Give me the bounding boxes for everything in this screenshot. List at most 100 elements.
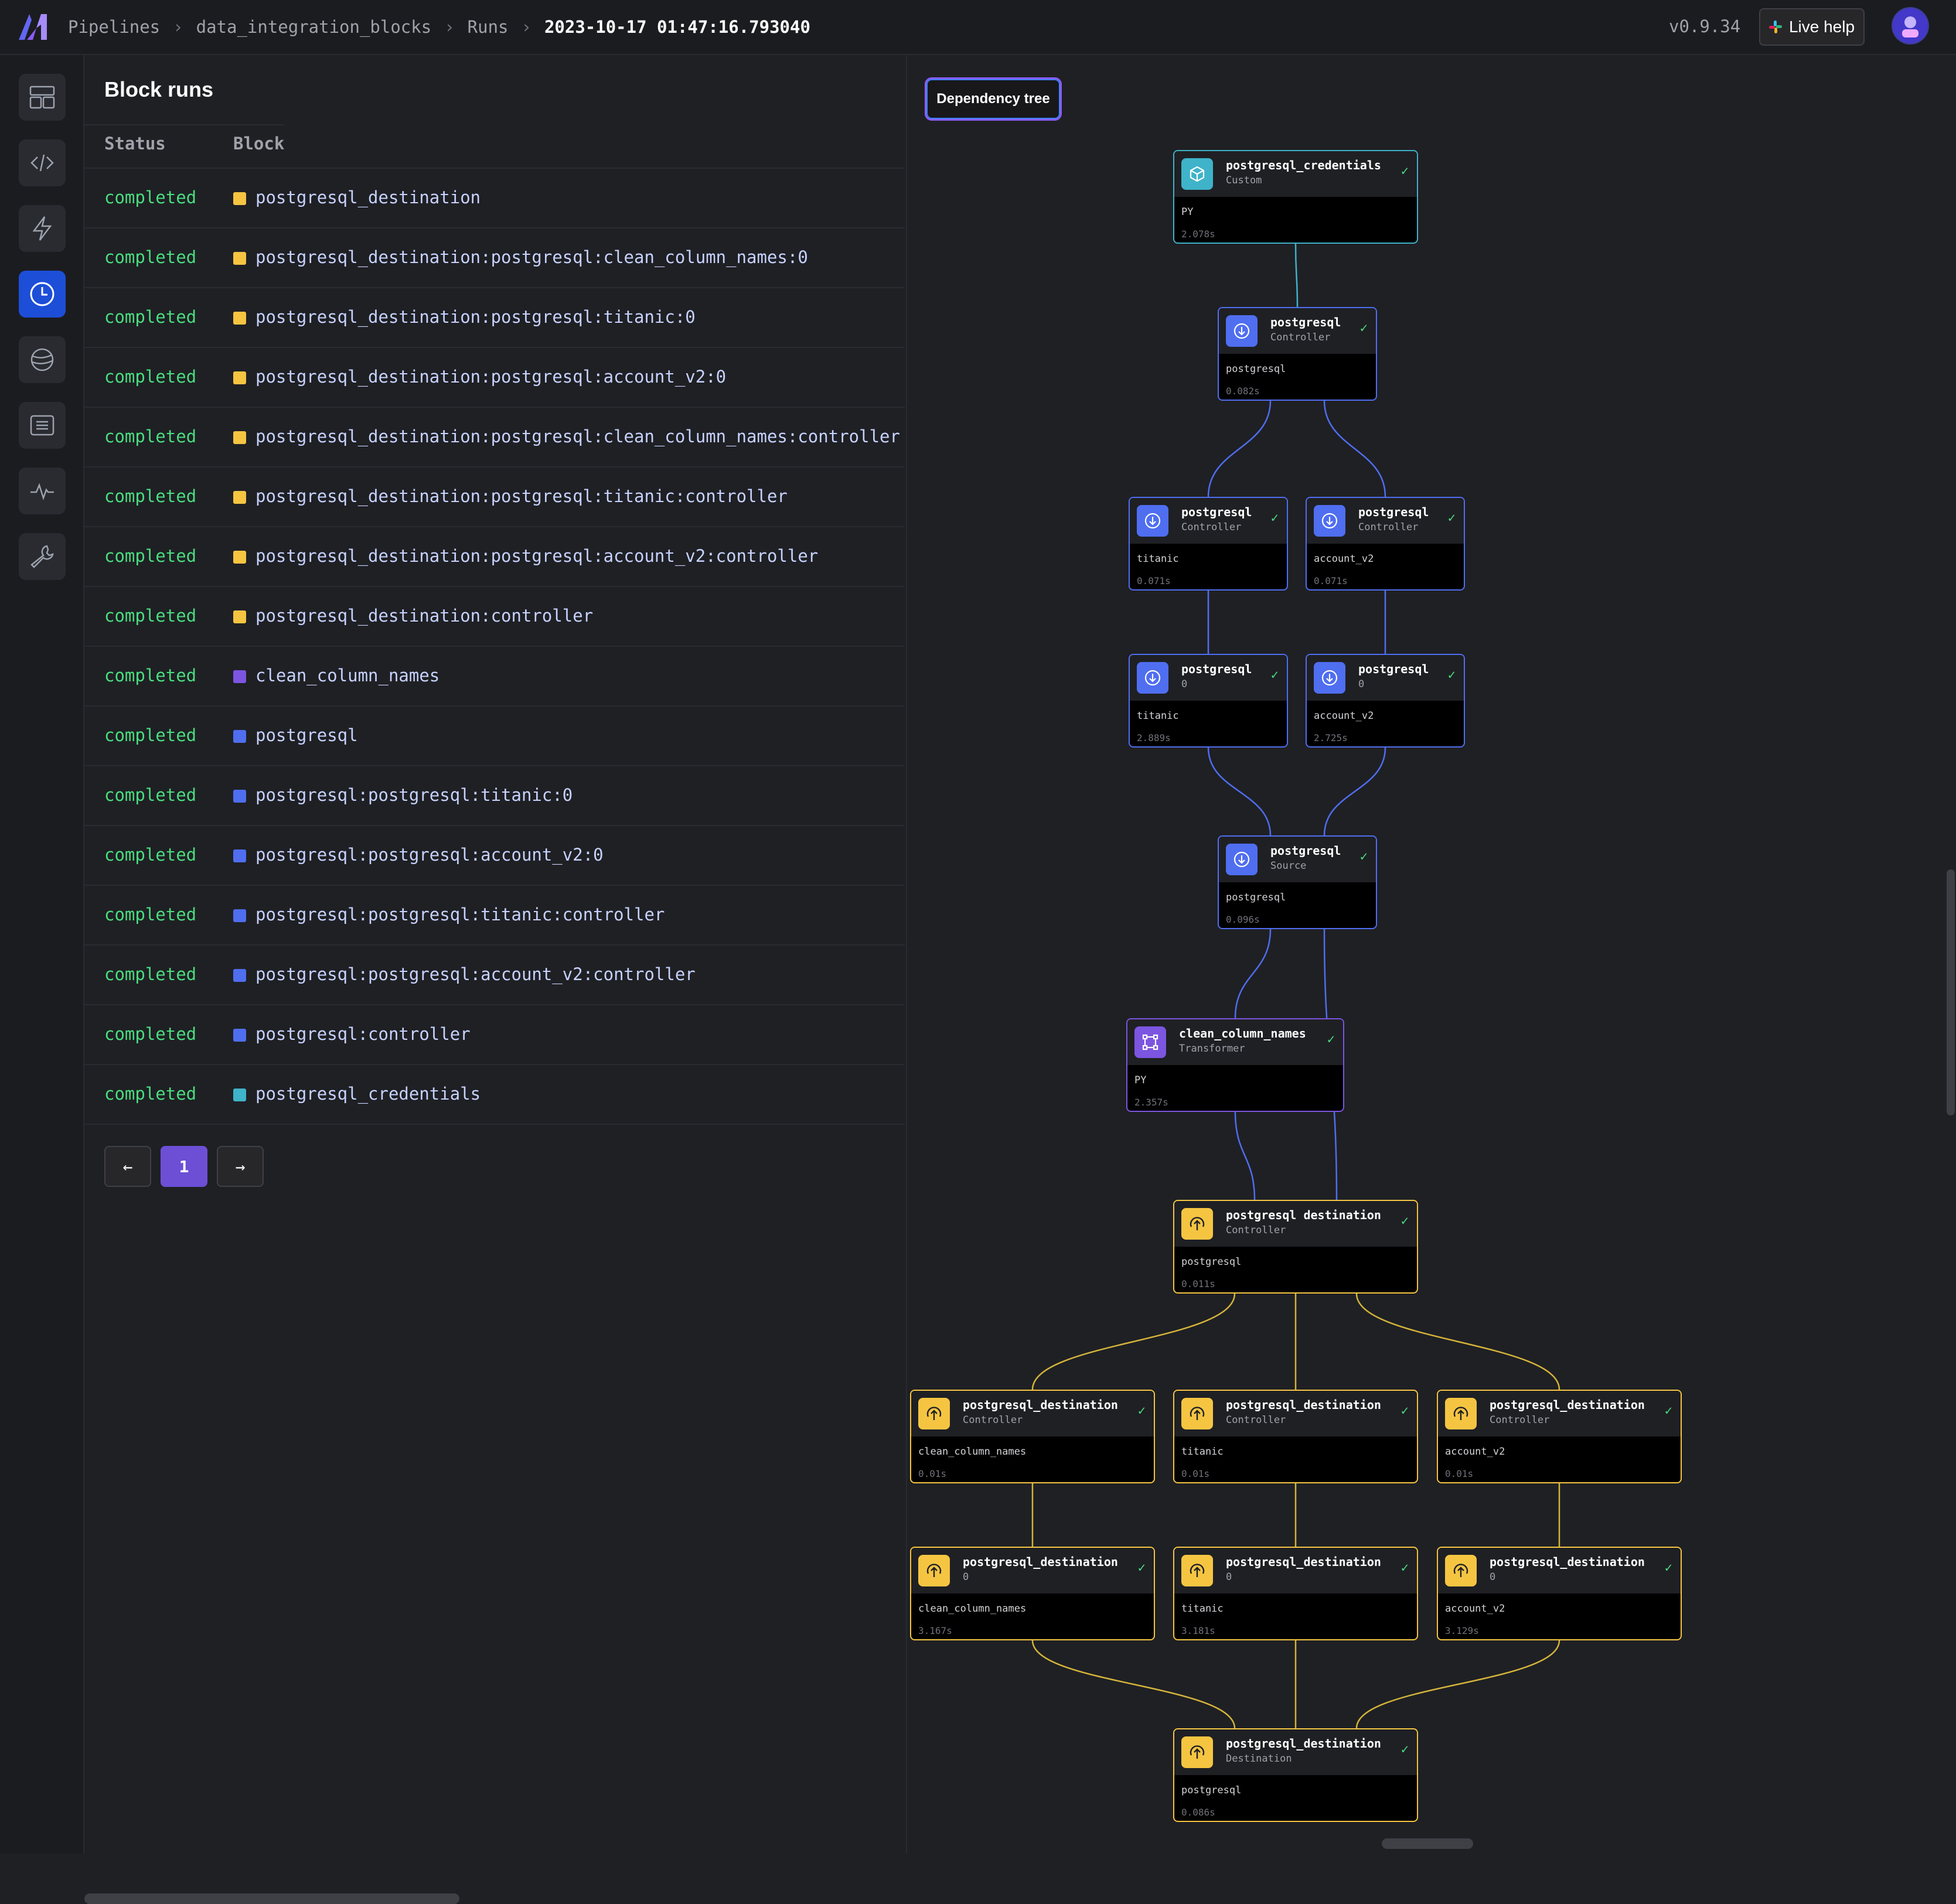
- block-name-link[interactable]: postgresql:postgresql:account_v2:control…: [255, 964, 696, 984]
- tree-node-dst-c-0[interactable]: postgresql_destination 0 ✓ clean_column_nam…: [910, 1547, 1155, 1640]
- block-name-link[interactable]: postgresql_destination:postgresql:titani…: [255, 486, 788, 506]
- table-row[interactable]: completed postgresql:controller: [84, 1004, 905, 1064]
- next-page-button[interactable]: →: [217, 1146, 264, 1187]
- block-name-link[interactable]: postgresql:postgresql:titanic:0: [255, 785, 573, 805]
- node-name: postgresql_destination: [963, 1398, 1118, 1412]
- table-row[interactable]: completed postgresql:postgresql:account_v…: [84, 825, 905, 885]
- table-row[interactable]: completed postgresql_destination:postgres…: [84, 526, 905, 586]
- column-header-status[interactable]: Status: [104, 134, 166, 153]
- nav-backfills-button[interactable]: [19, 336, 66, 383]
- breadcrumb: Pipelines › data_integration_blocks › Ru…: [68, 15, 810, 39]
- block-name-link[interactable]: postgresql_destination:postgresql:clean_…: [255, 426, 900, 446]
- table-row[interactable]: completed postgresql:postgresql:titanic:c…: [84, 885, 905, 944]
- dependency-edge: [1234, 929, 1272, 1019]
- table-row[interactable]: completed postgresql_destination:postgres…: [84, 287, 905, 347]
- dependency-edge: [1294, 243, 1299, 308]
- live-help-button[interactable]: Live help: [1759, 8, 1865, 46]
- tree-node-src-a-ctrl[interactable]: postgresql Controller ✓ account_v2 0.071s: [1306, 497, 1465, 591]
- tree-node-dst-t-ctrl[interactable]: postgresql_destination Controller ✓ titanic…: [1173, 1390, 1418, 1483]
- table-row[interactable]: completed postgresql_destination:controll…: [84, 586, 905, 646]
- user-avatar[interactable]: [1892, 7, 1929, 45]
- block-name-link[interactable]: postgresql:controller: [255, 1024, 471, 1044]
- block-name-link[interactable]: clean_column_names: [255, 666, 439, 685]
- table-row[interactable]: completed postgresql_destination:postgres…: [84, 347, 905, 407]
- node-label: titanic: [1137, 710, 1179, 722]
- node-name: postgresql_destination: [1490, 1555, 1645, 1569]
- block-name-link[interactable]: postgresql_destination:postgresql:accoun…: [255, 546, 818, 566]
- tree-node-dst-ctrl[interactable]: postgresql destination Controller ✓ postgre…: [1173, 1200, 1418, 1294]
- column-header-block[interactable]: Block: [233, 134, 284, 153]
- table-row[interactable]: completed postgresql: [84, 705, 905, 765]
- page-button-1[interactable]: 1: [161, 1146, 207, 1187]
- table-row[interactable]: completed postgresql:postgresql:account_v…: [84, 944, 905, 1004]
- tree-node-src-ctrl[interactable]: postgresql Controller ✓ postgresql 0.082s: [1218, 307, 1377, 401]
- node-duration: 2.725s: [1314, 732, 1348, 743]
- tree-node-tr[interactable]: clean_column_names Transformer ✓ PY 2.357s: [1126, 1018, 1344, 1112]
- dependency-edge: [1234, 1111, 1256, 1200]
- dependency-edge: [1355, 1640, 1560, 1729]
- table-row[interactable]: completed postgresql_destination: [84, 168, 905, 227]
- nav-edit-button[interactable]: [19, 139, 66, 186]
- upload-arc-icon: [1445, 1555, 1477, 1586]
- version-label: v0.9.34: [1669, 16, 1741, 36]
- block-name-link[interactable]: postgresql_credentials: [255, 1084, 481, 1104]
- mage-logo-icon[interactable]: [19, 14, 52, 40]
- tree-node-src-t-0[interactable]: postgresql 0 ✓ titanic 2.889s: [1129, 654, 1288, 748]
- tree-node-dst-c-ctrl[interactable]: postgresql_destination Controller ✓ clean_c…: [910, 1390, 1155, 1483]
- check-icon: ✓: [1400, 1404, 1409, 1418]
- status-text: completed: [104, 666, 197, 685]
- breadcrumb-runs[interactable]: Runs: [468, 17, 509, 37]
- nav-runs-button[interactable]: [19, 271, 66, 318]
- transform-square-icon: [1134, 1026, 1166, 1058]
- block-color-swatch: [233, 431, 246, 444]
- nav-monitor-button[interactable]: [19, 468, 66, 514]
- block-name-link[interactable]: postgresql_destination: [255, 187, 481, 207]
- vertical-scrollbar[interactable]: [1947, 869, 1955, 1115]
- previous-page-button[interactable]: ←: [104, 1146, 151, 1187]
- node-label: titanic: [1181, 1603, 1224, 1615]
- block-name-link[interactable]: postgresql_destination:postgresql:clean_…: [255, 247, 808, 267]
- node-name: postgresql: [1270, 315, 1341, 329]
- status-text: completed: [104, 426, 197, 446]
- tree-node-src-t-ctrl[interactable]: postgresql Controller ✓ titanic 0.071s: [1129, 497, 1288, 591]
- breadcrumb-pipeline[interactable]: data_integration_blocks: [196, 17, 432, 37]
- node-type: Custom: [1226, 175, 1262, 186]
- breadcrumb-pipelines[interactable]: Pipelines: [68, 17, 160, 37]
- status-text: completed: [104, 725, 197, 745]
- tree-node-src-a-0[interactable]: postgresql 0 ✓ account_v2 2.725s: [1306, 654, 1465, 748]
- node-name: clean_column_names: [1179, 1026, 1306, 1040]
- tree-node-src[interactable]: postgresql Source ✓ postgresql 0.096s: [1218, 835, 1377, 929]
- node-duration: 2.889s: [1137, 732, 1171, 743]
- tree-node-dst-a-0[interactable]: postgresql_destination 0 ✓ account_v2 3.129s: [1437, 1547, 1682, 1640]
- block-runs-title: Block runs: [104, 77, 214, 101]
- block-name-link[interactable]: postgresql:postgresql:titanic:controller: [255, 905, 665, 924]
- block-name-link[interactable]: postgresql:postgresql:account_v2:0: [255, 845, 604, 865]
- nav-logs-button[interactable]: [19, 402, 66, 449]
- tree-node-dst[interactable]: postgresql_destination Destination ✓ postgr…: [1173, 1728, 1418, 1822]
- node-name: postgresql: [1270, 844, 1341, 858]
- horizontal-scrollbar[interactable]: [84, 1893, 459, 1904]
- tree-node-cred[interactable]: postgresql_credentials Custom ✓ PY 2.078s: [1173, 150, 1418, 244]
- table-row[interactable]: completed postgresql_destination:postgres…: [84, 407, 905, 466]
- check-icon: ✓: [1270, 511, 1279, 526]
- table-row[interactable]: completed clean_column_names: [84, 646, 905, 705]
- block-name-link[interactable]: postgresql_destination:postgresql:titani…: [255, 307, 696, 327]
- block-name-link[interactable]: postgresql_destination:controller: [255, 606, 593, 626]
- node-duration: 0.01s: [918, 1468, 947, 1479]
- nav-settings-button[interactable]: [19, 533, 66, 580]
- table-row[interactable]: completed postgresql:postgresql:titanic:0: [84, 765, 905, 825]
- block-name-link[interactable]: postgresql_destination:postgresql:accoun…: [255, 367, 726, 387]
- table-row[interactable]: completed postgresql_destination:postgres…: [84, 227, 905, 287]
- nav-triggers-button[interactable]: [19, 205, 66, 252]
- tree-node-dst-a-ctrl[interactable]: postgresql_destination Controller ✓ account…: [1437, 1390, 1682, 1483]
- table-row[interactable]: completed postgresql_credentials: [84, 1064, 905, 1125]
- horizontal-scrollbar[interactable]: [1382, 1838, 1473, 1849]
- node-type: Controller: [963, 1414, 1023, 1426]
- upload-arc-icon: [918, 1398, 950, 1429]
- tree-node-dst-t-0[interactable]: postgresql_destination 0 ✓ titanic 3.181s: [1173, 1547, 1418, 1640]
- node-label: titanic: [1181, 1446, 1224, 1458]
- table-row[interactable]: completed postgresql_destination:postgres…: [84, 466, 905, 526]
- block-name-link[interactable]: postgresql: [255, 725, 358, 745]
- node-label: clean_column_names: [918, 1446, 1027, 1458]
- nav-pipelines-button[interactable]: [19, 74, 66, 121]
